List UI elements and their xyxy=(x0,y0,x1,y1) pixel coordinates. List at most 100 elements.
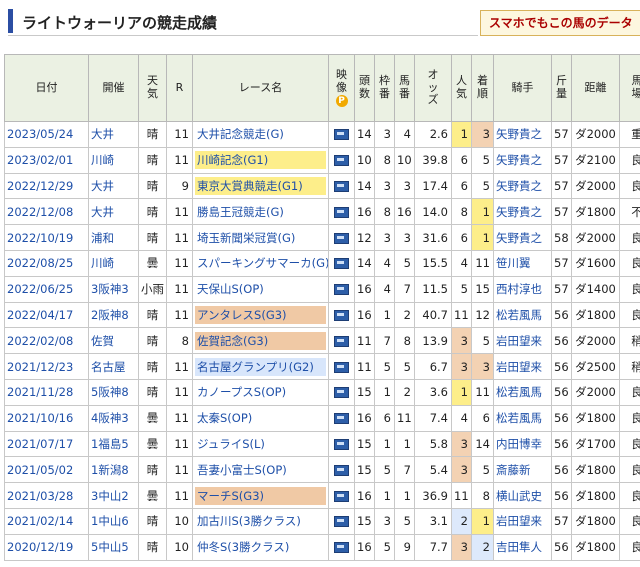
venue-link[interactable]: 大井 xyxy=(88,198,139,226)
date-link[interactable]: 2022/02/08 xyxy=(4,327,89,355)
video-icon[interactable] xyxy=(334,413,349,425)
date-link[interactable]: 2021/11/28 xyxy=(4,378,89,406)
video-icon[interactable] xyxy=(334,309,349,321)
video-icon[interactable] xyxy=(334,284,349,296)
date-link[interactable]: 2022/12/29 xyxy=(4,172,89,200)
jockey-link[interactable]: 矢野貴之 xyxy=(493,146,552,174)
video-icon[interactable] xyxy=(334,335,349,347)
date-link[interactable]: 2022/12/08 xyxy=(4,198,89,226)
date-link[interactable]: 2021/03/28 xyxy=(4,482,89,509)
venue-link[interactable]: 1中山6 xyxy=(88,507,139,535)
date-link[interactable]: 2022/06/25 xyxy=(4,275,89,303)
venue-link[interactable]: 川崎 xyxy=(88,249,139,277)
date-link[interactable]: 2021/07/17 xyxy=(4,430,89,458)
jockey-link[interactable]: 松若風馬 xyxy=(493,378,552,406)
race-name-link[interactable]: ジュライS(L) xyxy=(195,435,326,453)
date-link[interactable]: 2021/12/23 xyxy=(4,353,89,380)
video-icon[interactable] xyxy=(334,232,349,244)
venue-link[interactable]: 川崎 xyxy=(88,146,139,174)
header-date[interactable]: 日付 xyxy=(4,54,89,122)
race-name-link[interactable]: スパーキングサマーカ(G) xyxy=(195,254,328,272)
video-cell xyxy=(328,482,355,509)
date-link[interactable]: 2021/10/16 xyxy=(4,404,89,432)
header-weight: 斤量 xyxy=(551,54,572,122)
video-icon[interactable] xyxy=(334,155,349,167)
date-link[interactable]: 2021/05/02 xyxy=(4,456,89,484)
venue-link[interactable]: 4阪神3 xyxy=(88,404,139,432)
jockey-link[interactable]: 矢野貴之 xyxy=(493,224,552,251)
jockey-link[interactable]: 矢野貴之 xyxy=(493,121,552,148)
venue-link[interactable]: 大井 xyxy=(88,172,139,200)
video-icon[interactable] xyxy=(334,206,349,218)
venue-link[interactable]: 名古屋 xyxy=(88,353,139,380)
venue-link[interactable]: 3中山2 xyxy=(88,482,139,509)
weather-cell: 晴 xyxy=(138,456,167,484)
video-icon[interactable] xyxy=(334,490,349,502)
race-name-link[interactable]: 佐賀記念(G3) xyxy=(195,331,326,350)
video-icon[interactable] xyxy=(334,129,349,141)
jockey-link[interactable]: 笹川翼 xyxy=(493,249,552,277)
date-link[interactable]: 2023/05/24 xyxy=(4,121,89,148)
race-name-link[interactable]: カノープスS(OP) xyxy=(195,383,326,401)
venue-link[interactable]: 1新潟8 xyxy=(88,456,139,484)
race-name-link[interactable]: マーチS(G3) xyxy=(195,486,326,505)
race-name-link[interactable]: 吾妻小富士S(OP) xyxy=(195,461,326,479)
race-name-cell: 仲冬S(3勝クラス) xyxy=(192,533,329,561)
date-link[interactable]: 2023/02/01 xyxy=(4,146,89,174)
race-name-link[interactable]: 仲冬S(3勝クラス) xyxy=(195,538,326,556)
video-icon[interactable] xyxy=(334,361,349,373)
runners-cell: 14 xyxy=(354,121,375,148)
jockey-link[interactable]: 吉田隼人 xyxy=(493,533,552,561)
race-name-link[interactable]: 東京大賞典競走(G1) xyxy=(195,176,326,195)
jockey-link[interactable]: 岩田望来 xyxy=(493,327,552,355)
venue-link[interactable]: 佐賀 xyxy=(88,327,139,355)
race-number-cell: 11 xyxy=(166,275,193,303)
race-name-cell: スパーキングサマーカ(G) xyxy=(192,249,329,277)
venue-link[interactable]: 3阪神3 xyxy=(88,275,139,303)
video-icon[interactable] xyxy=(334,438,349,450)
venue-link[interactable]: 5阪神8 xyxy=(88,378,139,406)
jockey-link[interactable]: 松若風馬 xyxy=(493,404,552,432)
venue-link[interactable]: 浦和 xyxy=(88,224,139,251)
video-icon[interactable] xyxy=(334,180,349,192)
jockey-link[interactable]: 西村淳也 xyxy=(493,275,552,303)
race-name-link[interactable]: 太秦S(OP) xyxy=(195,409,326,427)
video-icon[interactable] xyxy=(334,542,349,554)
race-name-link[interactable]: 大井記念競走(G) xyxy=(195,125,326,143)
video-icon[interactable] xyxy=(334,464,349,476)
race-number-cell: 11 xyxy=(166,378,193,406)
popularity-cell: 1 xyxy=(451,121,472,148)
date-link[interactable]: 2020/12/19 xyxy=(4,533,89,561)
jockey-link[interactable]: 矢野貴之 xyxy=(493,198,552,226)
race-name-link[interactable]: アンタレスS(G3) xyxy=(195,305,326,324)
video-cell xyxy=(328,378,355,406)
race-name-link[interactable]: 勝島王冠競走(G) xyxy=(195,203,326,221)
video-icon[interactable] xyxy=(334,387,349,399)
weight-cell: 57 xyxy=(551,507,572,535)
jockey-link[interactable]: 横山武史 xyxy=(493,482,552,509)
race-name-link[interactable]: 加古川S(3勝クラス) xyxy=(195,512,326,530)
race-name-link[interactable]: 名古屋グランプリ(G2) xyxy=(195,357,326,376)
popularity-cell: 6 xyxy=(451,172,472,200)
video-icon[interactable] xyxy=(334,516,349,528)
jockey-link[interactable]: 岩田望来 xyxy=(493,353,552,380)
table-row: 2022/08/25 川崎曇 11 スパーキングサマーカ(G) 14 4 5 15.5 4 11 笹… xyxy=(4,249,640,277)
video-icon[interactable] xyxy=(334,258,349,270)
date-link[interactable]: 2022/04/17 xyxy=(4,301,89,329)
date-link[interactable]: 2022/10/19 xyxy=(4,224,89,251)
jockey-link[interactable]: 松若風馬 xyxy=(493,301,552,329)
venue-link[interactable]: 1福島5 xyxy=(88,430,139,458)
jockey-link[interactable]: 岩田望来 xyxy=(493,507,552,535)
date-link[interactable]: 2022/08/25 xyxy=(4,249,89,277)
race-name-link[interactable]: 天保山S(OP) xyxy=(195,280,326,298)
race-name-link[interactable]: 埼玉新聞栄冠賞(G) xyxy=(195,229,326,247)
jockey-link[interactable]: 内田博幸 xyxy=(493,430,552,458)
venue-link[interactable]: 大井 xyxy=(88,121,139,148)
jockey-link[interactable]: 矢野貴之 xyxy=(493,172,552,200)
race-name-link[interactable]: 川崎記念(G1) xyxy=(195,151,326,170)
date-link[interactable]: 2021/02/14 xyxy=(4,507,89,535)
venue-link[interactable]: 2阪神8 xyxy=(88,301,139,329)
jockey-link[interactable]: 斎藤新 xyxy=(493,456,552,484)
smartphone-promo-button[interactable]: スマホでもこの馬のデータ xyxy=(480,10,640,36)
venue-link[interactable]: 5中山5 xyxy=(88,533,139,561)
